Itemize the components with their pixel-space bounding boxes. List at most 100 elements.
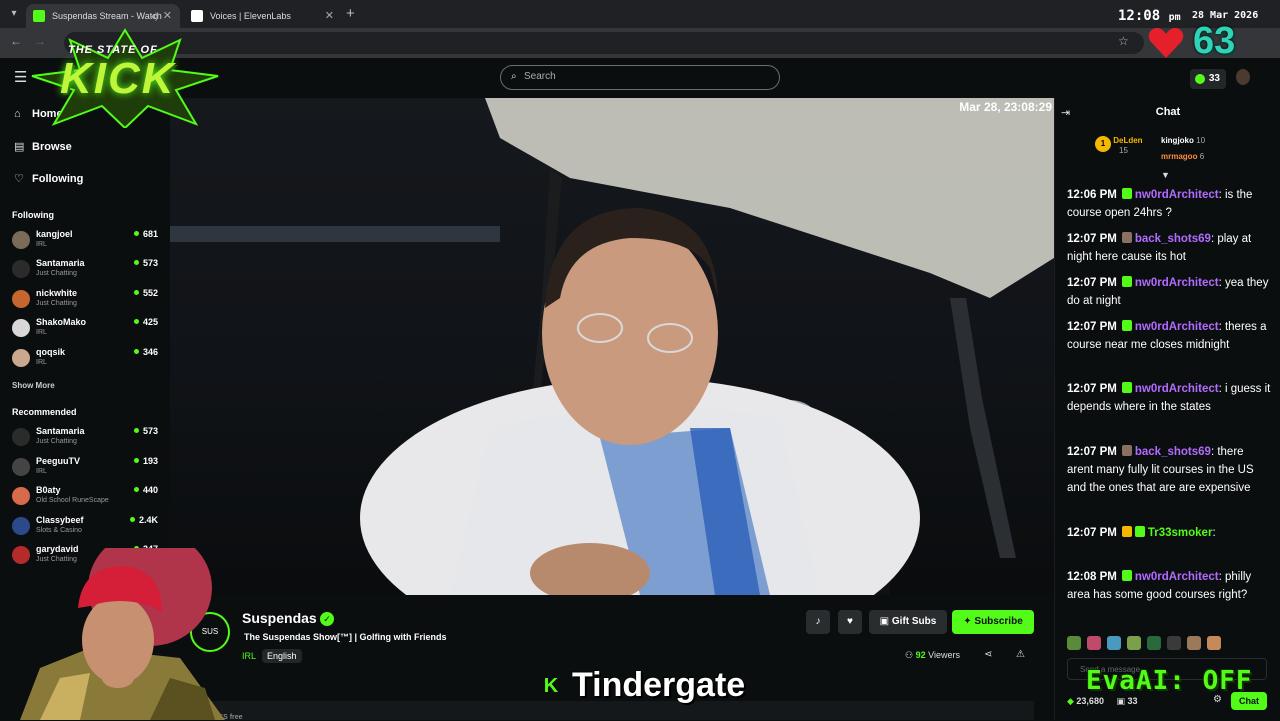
- points-icon: ◆: [1067, 696, 1077, 706]
- video-player[interactable]: Mar 28, 23:08:29: [170, 98, 1054, 595]
- overlay-clock: 12:08 pm: [1118, 8, 1181, 24]
- channel-name: Santamaria: [36, 426, 85, 436]
- share-icon[interactable]: ⋖: [984, 649, 992, 660]
- user-badge-icon: [1121, 445, 1132, 456]
- evaai-status: EvaAI: OFF: [1086, 666, 1253, 696]
- sidebar-nav-browse[interactable]: ▤ Browse: [14, 140, 72, 153]
- subtitle-text: Tindergate: [572, 666, 746, 704]
- user-badge-icon: [1121, 320, 1132, 331]
- close-tab-icon[interactable]: ✕: [163, 4, 172, 28]
- message-time: 12:07 PM: [1067, 383, 1117, 395]
- search-input[interactable]: ⌕ Search: [500, 65, 780, 90]
- tab-elevenlabs[interactable]: Voices | ElevenLabs ✕: [184, 4, 342, 28]
- sidebar-channel-peeguutv[interactable]: PeeguuTV IRL 193: [12, 455, 162, 481]
- leaderboard-third[interactable]: mrmagoo 6: [1161, 152, 1204, 161]
- speaker-icon[interactable]: ◂): [150, 4, 158, 28]
- nav-label: Browse: [32, 141, 72, 153]
- sidebar-nav-following[interactable]: ♡ Following: [14, 172, 83, 185]
- search-placeholder: Search: [524, 71, 556, 82]
- chat-title: Chat: [1155, 106, 1181, 118]
- new-tab-button[interactable]: +: [346, 4, 355, 24]
- show-more-link[interactable]: Show More: [12, 381, 55, 390]
- message-user[interactable]: back_shots69: [1135, 446, 1211, 458]
- report-icon[interactable]: ⚠: [1016, 649, 1025, 660]
- emote-icon[interactable]: [1107, 636, 1121, 650]
- message-user[interactable]: nw0rdArchitect: [1135, 321, 1219, 333]
- points-icon: [1195, 74, 1205, 84]
- emote-icon[interactable]: [1147, 636, 1161, 650]
- notification-bell-button[interactable]: ♪: [806, 610, 830, 634]
- subscribe-button[interactable]: ✦ Subscribe: [952, 610, 1034, 634]
- chat-footer-stats: ◆ 23,680 ▣ 33: [1067, 696, 1138, 707]
- message-text: :: [1212, 527, 1216, 539]
- tab-suspendas[interactable]: Suspendas Stream - Watch ◂) ✕: [26, 4, 180, 28]
- address-bar[interactable]: [64, 32, 1144, 54]
- video-frame: [170, 98, 1054, 595]
- leaderboard-second[interactable]: kingjoko 10: [1161, 136, 1205, 145]
- elevenlabs-favicon-icon: [191, 10, 203, 22]
- sidebar-channel-classybeef[interactable]: Classybeef Slots & Casino 2.4K: [12, 514, 162, 540]
- message-user[interactable]: nw0rdArchitect: [1135, 277, 1219, 289]
- message-time: 12:07 PM: [1067, 321, 1117, 333]
- channel-category: Just Chatting: [36, 270, 77, 277]
- heart-icon: [1148, 26, 1184, 60]
- message-time: 12:06 PM: [1067, 189, 1117, 201]
- tab-title: Voices | ElevenLabs: [210, 11, 291, 21]
- channel-name[interactable]: Suspendas: [242, 610, 317, 626]
- category-tag[interactable]: IRL: [242, 651, 256, 661]
- leader-name: mrmagoo: [1161, 152, 1198, 161]
- emote-icon[interactable]: [1127, 636, 1141, 650]
- verified-icon: ✓: [320, 612, 334, 626]
- message-user[interactable]: nw0rdArchitect: [1135, 189, 1219, 201]
- emote-icon[interactable]: [1067, 636, 1081, 650]
- gift-label: Gift Subs: [891, 616, 937, 627]
- menu-icon[interactable]: ☰: [14, 68, 27, 86]
- viewer-count: 425: [134, 317, 158, 327]
- channel-category: IRL: [36, 468, 47, 475]
- heart-icon: ♥: [847, 616, 853, 627]
- sidebar-channel-santamaria-rec[interactable]: Santamaria Just Chatting 573: [12, 425, 162, 451]
- avatar: [12, 428, 30, 446]
- user-avatar[interactable]: [1236, 69, 1250, 85]
- viewers-number: 92: [915, 650, 926, 660]
- message-time: 12:07 PM: [1067, 446, 1117, 458]
- rank-badge: 1: [1095, 136, 1111, 152]
- expand-leaderboard-icon[interactable]: ▼: [1161, 170, 1170, 180]
- emote-icon[interactable]: [1087, 636, 1101, 650]
- bookmark-star-icon[interactable]: ☆: [1118, 34, 1129, 48]
- back-icon[interactable]: ←: [10, 34, 22, 48]
- message-user[interactable]: Tr33smoker: [1148, 527, 1213, 539]
- channel-category: Just Chatting: [36, 300, 77, 307]
- message-time: 12:08 PM: [1067, 571, 1117, 583]
- sidebar-channel-shakomako[interactable]: ShakoMako IRL 425: [12, 316, 162, 342]
- chat-message: 12:07 PM back_shots69: play at night here…: [1067, 230, 1271, 266]
- user-badge-icon: [1121, 276, 1132, 287]
- sidebar-channel-kangjoel[interactable]: kangjoel IRL 681: [12, 228, 162, 254]
- language-tag[interactable]: English: [262, 649, 302, 663]
- user-badge-icon: [1121, 570, 1132, 581]
- viewers-icon: ⚇: [905, 650, 916, 660]
- gift-subs-button[interactable]: ▣ Gift Subs: [869, 610, 947, 634]
- sidebar-channel-b0aty[interactable]: B0aty Old School RuneScape 440: [12, 484, 162, 510]
- emote-icon[interactable]: [1207, 636, 1221, 650]
- webcam-frame: [20, 548, 225, 720]
- sidebar-channel-santamaria[interactable]: Santamaria Just Chatting 573: [12, 257, 162, 283]
- message-user[interactable]: nw0rdArchitect: [1135, 571, 1219, 583]
- viewer-count: ⚇ 92 Viewers: [905, 650, 960, 661]
- emote-icon[interactable]: [1167, 636, 1181, 650]
- following-section-title: Following: [12, 210, 54, 220]
- kick-k-icon: K: [536, 671, 566, 701]
- sidebar-channel-nickwhite[interactable]: nickwhite Just Chatting 552: [12, 287, 162, 313]
- close-tab-icon[interactable]: ✕: [325, 4, 334, 28]
- avatar: [12, 349, 30, 367]
- message-user[interactable]: back_shots69: [1135, 233, 1211, 245]
- sidebar-channel-qoqsik[interactable]: qoqsik IRL 346: [12, 346, 162, 372]
- follow-heart-button[interactable]: ♥: [838, 610, 862, 634]
- message-user[interactable]: nw0rdArchitect: [1135, 383, 1219, 395]
- tab-search-icon[interactable]: ▾: [4, 5, 24, 23]
- points-badge[interactable]: 33: [1190, 69, 1226, 89]
- avatar: [12, 458, 30, 476]
- leaderboard-first[interactable]: 1 DeLden 15: [1095, 136, 1143, 155]
- recommended-section-title: Recommended: [12, 407, 77, 417]
- emote-icon[interactable]: [1187, 636, 1201, 650]
